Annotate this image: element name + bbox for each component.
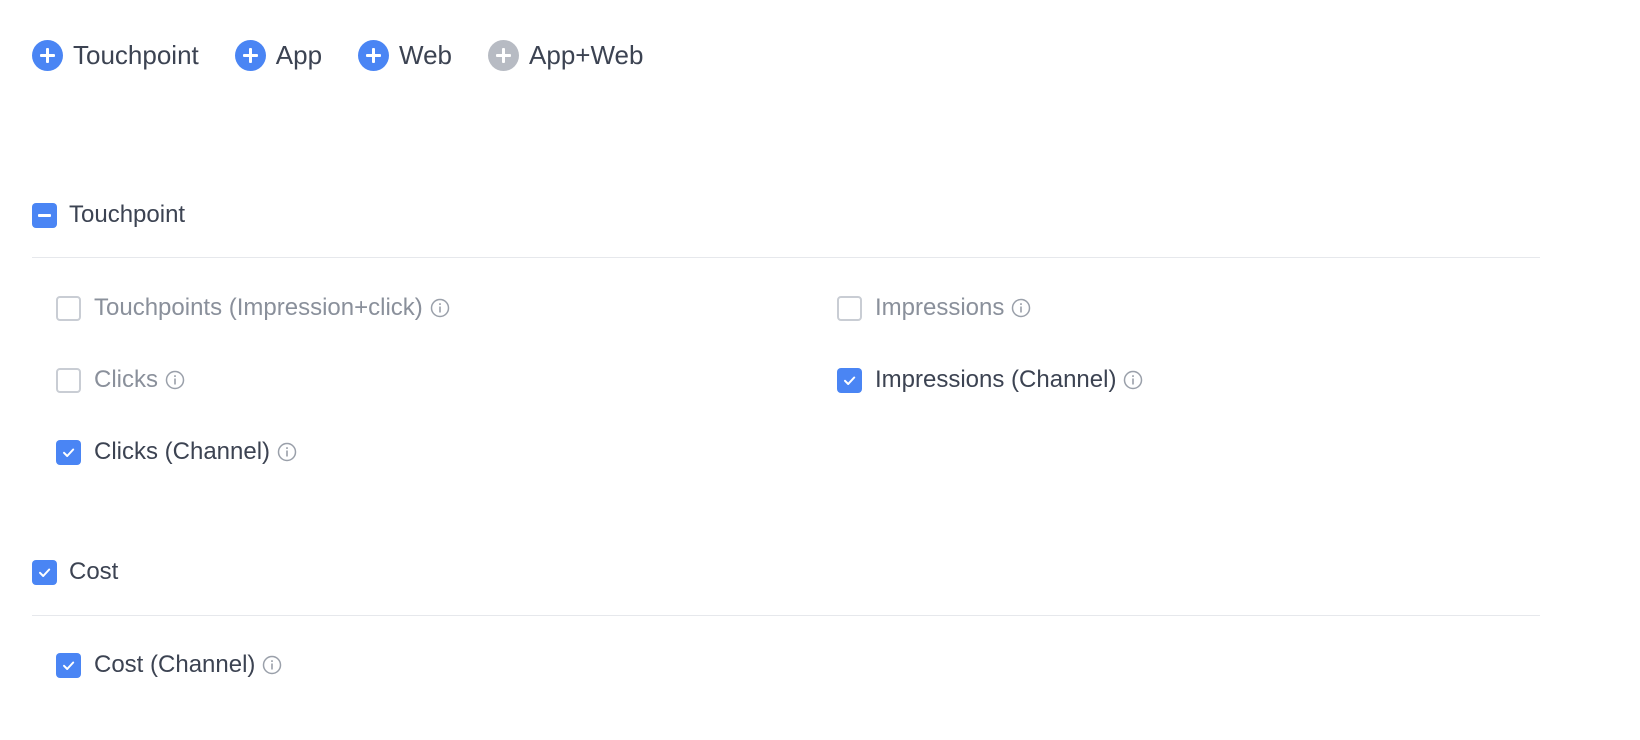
check-icon — [39, 568, 51, 577]
info-circle-icon[interactable] — [1122, 369, 1144, 391]
minus-icon — [38, 213, 51, 217]
add-app-web-label: App+Web — [529, 39, 644, 70]
checkbox[interactable] — [56, 652, 81, 678]
add-touchpoint-label: Touchpoint — [73, 39, 199, 70]
plus-circle-icon — [358, 39, 390, 71]
add-web-button[interactable]: Web — [358, 39, 453, 71]
check-icon — [63, 661, 75, 670]
option-clicks-channel[interactable]: Clicks (Channel) — [56, 438, 298, 466]
section-touchpoint-checkbox[interactable] — [32, 202, 57, 228]
option-impressions[interactable]: Impressions — [837, 294, 1032, 322]
option-label: Cost (Channel) — [94, 651, 256, 678]
checkbox[interactable] — [837, 295, 862, 321]
info-circle-icon[interactable] — [261, 654, 283, 676]
checkbox[interactable] — [56, 295, 81, 321]
checkbox[interactable] — [837, 367, 862, 393]
option-impressions-channel[interactable]: Impressions (Channel) — [837, 366, 1144, 394]
option-cost-channel[interactable]: Cost (Channel) — [56, 651, 283, 679]
plus-circle-icon — [234, 39, 266, 71]
add-metric-bar: Touchpoint App Web App+Web — [32, 38, 679, 72]
plus-circle-icon — [488, 39, 520, 71]
section-cost-title: Cost — [69, 558, 119, 585]
option-label: Clicks — [94, 366, 158, 393]
info-circle-icon[interactable] — [276, 441, 298, 463]
section-touchpoint-title: Touchpoint — [69, 201, 186, 228]
section-cost-header[interactable]: Cost — [32, 558, 118, 586]
plus-circle-icon — [32, 39, 63, 71]
checkbox[interactable] — [56, 367, 81, 393]
option-label: Clicks (Channel) — [94, 438, 271, 465]
info-circle-icon[interactable] — [429, 297, 451, 319]
section-cost-checkbox[interactable] — [32, 559, 57, 585]
add-touchpoint-button[interactable]: Touchpoint — [32, 39, 199, 71]
option-touchpoints-impression-click[interactable]: Touchpoints (Impression+click) — [56, 294, 451, 322]
add-app-label: App — [275, 39, 323, 70]
add-app-web-button[interactable]: App+Web — [488, 39, 644, 71]
check-icon — [63, 448, 75, 457]
check-icon — [844, 376, 856, 385]
option-label: Impressions — [875, 294, 1005, 321]
section-divider — [32, 615, 1540, 616]
add-web-label: Web — [399, 39, 453, 70]
add-app-button[interactable]: App — [234, 39, 323, 71]
option-label: Impressions (Channel) — [875, 366, 1117, 393]
info-circle-icon[interactable] — [164, 369, 186, 391]
section-touchpoint-header[interactable]: Touchpoint — [32, 201, 185, 229]
section-divider — [32, 257, 1540, 258]
option-clicks[interactable]: Clicks — [56, 366, 186, 394]
option-label: Touchpoints (Impression+click) — [94, 294, 423, 321]
info-circle-icon[interactable] — [1010, 297, 1032, 319]
checkbox[interactable] — [56, 439, 81, 465]
